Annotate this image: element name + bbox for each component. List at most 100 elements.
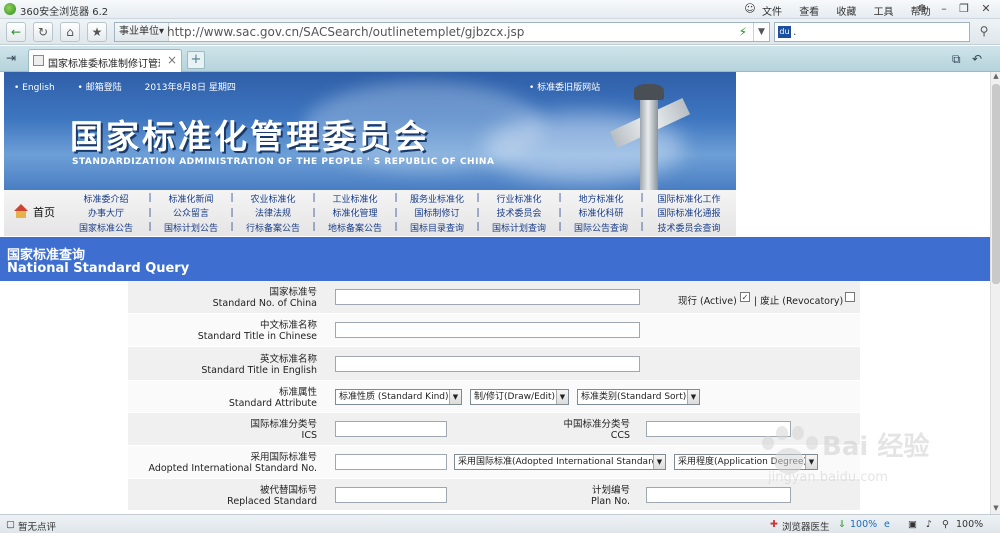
menu-item[interactable]: 国际标准化工作 xyxy=(652,191,726,206)
title-cn-label-cn: 中文标准名称 xyxy=(259,320,317,331)
menu-item[interactable]: 国际标准化通报 xyxy=(652,206,726,221)
address-unit-dropdown[interactable]: 事业单位▾ xyxy=(115,23,170,41)
menu-item[interactable]: 国家标准公告 xyxy=(72,220,140,235)
title-en-input[interactable] xyxy=(335,356,640,372)
new-tab-button[interactable]: + xyxy=(187,51,205,69)
query-title-en: National Standard Query xyxy=(7,261,190,276)
menu-item[interactable]: 国标目录查询 xyxy=(406,220,468,235)
window-icon[interactable]: ▣ xyxy=(908,519,917,530)
menu-item[interactable]: 地方标准化 xyxy=(570,191,632,206)
favorite-star-icon[interactable]: ★ xyxy=(87,22,107,42)
zoom-icon[interactable]: ⚲ xyxy=(942,519,949,530)
menu-file[interactable]: 文件 xyxy=(762,7,782,18)
menu-item[interactable]: 行标备案公告 xyxy=(242,220,304,235)
draw-edit-select[interactable]: 制/修订(Draw/Edit) ▼ xyxy=(470,389,569,405)
form-row-ics-ccs: 国际标准分类号 ICS 中国标准分类号 CCS xyxy=(128,413,860,446)
active-checkbox[interactable]: ✓ xyxy=(740,292,750,302)
address-url[interactable]: http://www.sac.gov.cn/SACSearch/outlinet… xyxy=(167,25,524,39)
search-engine-icon[interactable]: du xyxy=(778,26,791,38)
title-cn-input[interactable] xyxy=(335,322,640,338)
page-icon xyxy=(33,55,44,66)
english-link[interactable]: • English xyxy=(14,83,65,93)
mail-login-link[interactable]: • 邮箱登陆 xyxy=(78,83,132,93)
banner-top-links: • English • 邮箱登陆 2013年8月8日 星期四 xyxy=(14,80,246,93)
adopted-standard-select[interactable]: 采用国际标准(Adopted International Standard) ▼ xyxy=(454,454,666,470)
ccs-label: 中国标准分类号 CCS xyxy=(563,419,630,441)
download-icon[interactable]: ⇓ xyxy=(838,519,846,530)
restore-icon[interactable]: ❐ xyxy=(954,1,974,17)
adopted-input[interactable] xyxy=(335,454,447,470)
vertical-scrollbar[interactable]: ▲ ▼ xyxy=(990,72,1000,514)
standard-kind-select[interactable]: 标准性质 (Standard Kind) ▼ xyxy=(335,389,462,405)
scroll-down-icon[interactable]: ▼ xyxy=(991,504,1000,514)
tab-bar: ⇥ 国家标准委标准制修订管理系统 × + ⧉ ↶ xyxy=(0,46,1000,72)
status-bar: ▢ 暂无点评 ✚ 浏览器医生 ⇓ 100% e ▣ ♪ ⚲ 100% xyxy=(0,514,1000,533)
form-row-title-en: 英文标准名称 Standard Title in English xyxy=(128,347,860,381)
revoked-checkbox[interactable] xyxy=(845,292,855,302)
comment-icon[interactable]: ▢ xyxy=(6,519,15,530)
watermark-url: jingyan.baidu.com xyxy=(768,470,888,485)
speed-value: 100% xyxy=(850,519,878,530)
undo-close-icon[interactable]: ↶ xyxy=(972,52,982,66)
menu-item[interactable]: 技术委员会查询 xyxy=(652,220,726,235)
menu-item[interactable]: 国标计划公告 xyxy=(160,220,222,235)
menu-view[interactable]: 查看 xyxy=(799,7,819,18)
search-icon[interactable]: ⚲ xyxy=(974,22,994,42)
menu-item[interactable]: 标准化新闻 xyxy=(160,191,222,206)
menu-item[interactable]: 国标制修订 xyxy=(406,206,468,221)
refresh-icon[interactable]: ↻ xyxy=(33,22,53,42)
address-bar[interactable]: 事业单位▾ http://www.sac.gov.cn/SACSearch/ou… xyxy=(114,22,770,42)
sidebar-toggle-icon[interactable]: ⇥ xyxy=(6,51,16,65)
address-dropdown-icon[interactable]: ▼ xyxy=(753,23,769,41)
lightning-icon[interactable]: ⚡ xyxy=(739,25,747,39)
browser-title: 360安全浏览器 6.2 xyxy=(20,7,109,18)
replaced-input[interactable] xyxy=(335,487,447,503)
form-row-title-cn: 中文标准名称 Standard Title in Chinese xyxy=(128,314,860,347)
menu-item[interactable]: 标准化管理 xyxy=(324,206,386,221)
comment-status[interactable]: 暂无点评 xyxy=(18,519,56,533)
menu-item[interactable]: 国际公告查询 xyxy=(570,220,632,235)
chevron-down-icon: ▼ xyxy=(687,390,699,404)
menu-favorites[interactable]: 收藏 xyxy=(836,7,856,18)
ics-input[interactable] xyxy=(335,421,447,437)
menu-item[interactable]: 法律法规 xyxy=(242,206,304,221)
banner-date: 2013年8月8日 星期四 xyxy=(144,83,236,93)
back-arrow-icon[interactable]: ← xyxy=(6,22,26,42)
scroll-up-icon[interactable]: ▲ xyxy=(991,72,1000,82)
scrollbar-thumb[interactable] xyxy=(992,84,1000,284)
menu-item[interactable]: 标准化科研 xyxy=(570,206,632,221)
close-icon[interactable]: ✕ xyxy=(976,1,996,17)
home-link[interactable]: 首页 xyxy=(12,204,55,220)
std-no-input[interactable] xyxy=(335,289,640,305)
ie-icon[interactable]: e xyxy=(884,519,890,530)
skin-icon[interactable]: ☸ xyxy=(912,1,932,17)
home-icon[interactable]: ⌂ xyxy=(60,22,80,42)
menu-item[interactable]: 地标备案公告 xyxy=(324,220,386,235)
doctor-icon[interactable]: ✚ xyxy=(770,519,778,530)
sound-icon[interactable]: ♪ xyxy=(926,519,932,530)
tab-close-icon[interactable]: × xyxy=(167,53,177,67)
zoom-value[interactable]: 100% xyxy=(956,519,983,530)
standard-sort-select[interactable]: 标准类别(Standard Sort) ▼ xyxy=(577,389,700,405)
menu-tools[interactable]: 工具 xyxy=(874,7,894,18)
menu-item[interactable]: 工业标准化 xyxy=(324,191,386,206)
old-site-link[interactable]: • 标准委旧版网站 xyxy=(529,80,600,93)
menu-item[interactable]: 技术委员会 xyxy=(488,206,550,221)
menu-item[interactable]: 农业标准化 xyxy=(242,191,304,206)
adopted-label-cn: 采用国际标准号 xyxy=(250,452,317,463)
menu-item[interactable]: 标准委介绍 xyxy=(72,191,140,206)
menu-item[interactable]: 国标计划查询 xyxy=(488,220,550,235)
minimize-icon[interactable]: – xyxy=(934,1,954,17)
site-menu: 首页 标准委介绍 | 标准化新闻 | 农业标准化 | 工业标准化 | 服务业标准化 | 行… xyxy=(4,190,736,236)
browser-doctor[interactable]: 浏览器医生 xyxy=(782,519,830,533)
menu-item[interactable]: 服务业标准化 xyxy=(406,191,468,206)
menu-item[interactable]: 办事大厅 xyxy=(72,206,140,221)
search-input[interactable]: . xyxy=(793,25,797,38)
user-icon[interactable]: ☺ xyxy=(740,1,760,17)
restore-tab-icon[interactable]: ⧉ xyxy=(952,52,961,67)
menu-item[interactable]: 公众留言 xyxy=(160,206,222,221)
tab-active[interactable]: 国家标准委标准制修订管理系统 × xyxy=(28,49,182,72)
active-label: 现行 (Active) xyxy=(678,296,737,307)
search-box[interactable]: du . xyxy=(774,22,970,42)
menu-item[interactable]: 行业标准化 xyxy=(488,191,550,206)
